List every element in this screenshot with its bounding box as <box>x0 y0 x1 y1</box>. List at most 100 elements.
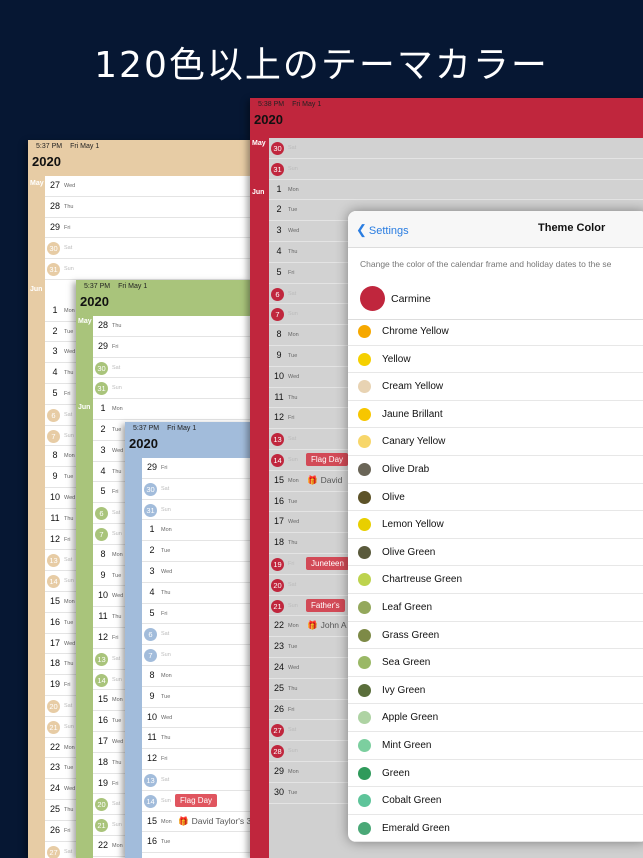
theme-color-name: Chrome Yellow <box>382 326 449 337</box>
day-number: 18 <box>49 658 60 669</box>
holiday-date-marker: 20 <box>95 798 108 812</box>
theme-color-option[interactable]: Olive Drab <box>348 456 643 484</box>
calendar-day-row[interactable]: 11 Thu <box>142 728 250 750</box>
calendar-day-row[interactable]: 31 Sun <box>269 158 643 180</box>
calendar-day-row[interactable]: 29 Fri <box>45 218 250 239</box>
weekday-label: Wed <box>112 447 124 454</box>
day-number: 16 <box>146 836 157 847</box>
day-number: 16 <box>97 715 108 726</box>
calendar-day-row[interactable]: 6 Sat <box>142 624 250 646</box>
calendar-day-row[interactable]: 3 Wed <box>142 562 250 583</box>
calendar-day-row[interactable]: 9 Tue <box>142 687 250 708</box>
calendar-day-row[interactable]: 1 Mon <box>269 179 643 201</box>
calendar-day-row[interactable]: 28 Thu <box>93 316 250 337</box>
theme-color-option[interactable]: Grass Green <box>348 622 643 650</box>
day-number: 15 <box>273 474 284 485</box>
calendar-day-row[interactable]: 12 Fri <box>142 749 250 770</box>
day-list[interactable]: 29 Fri 30 Sat 31 Sun 1 Mon 2 Tue 3 Wed 4 Thu 5 Fri 6 Sat 7… <box>142 458 250 858</box>
day-number: 10 <box>49 492 60 502</box>
theme-color-option[interactable]: Ivy Green <box>348 677 643 705</box>
theme-color-option[interactable]: Olive Green <box>348 539 643 567</box>
calendar-day-row[interactable]: 29 Fri <box>93 337 250 358</box>
back-button[interactable]: ❮ Settings <box>356 222 409 238</box>
calendar-day-row[interactable]: 31 Sun <box>93 378 250 400</box>
calendar-day-row[interactable]: 8 Mon <box>142 666 250 687</box>
calendar-day-row[interactable]: 29 Fri <box>142 458 250 479</box>
calendar-day-row[interactable]: 30 Sat <box>142 479 250 500</box>
weekday-label: Sat <box>64 245 73 252</box>
calendar-day-row[interactable]: 14 Sun Flag Day <box>142 791 250 812</box>
weekday-label: Mon <box>288 623 299 630</box>
calendar-day-row[interactable]: 4 Thu <box>142 583 250 604</box>
theme-color-option[interactable]: Lemon Yellow <box>348 511 643 539</box>
theme-color-name: Cream Yellow <box>382 381 444 393</box>
holiday-date-marker: 21 <box>47 720 60 734</box>
calendar-day-row[interactable]: 2 Tue <box>142 541 250 562</box>
day-number: 8 <box>100 548 106 559</box>
calendar-day-row[interactable]: 7 Sun <box>142 645 250 666</box>
calendar-day-row[interactable]: 31 Sun <box>142 500 250 521</box>
color-swatch-icon <box>358 407 371 421</box>
weekday-label: Sun <box>288 165 298 172</box>
theme-color-option[interactable]: Chartreuse Green <box>348 566 643 594</box>
weekday-label: Fri <box>288 415 295 422</box>
theme-color-option[interactable]: Emerald Green <box>348 815 643 842</box>
calendar-day-row[interactable]: 1 Mon <box>142 520 250 542</box>
theme-color-option[interactable]: Canary Yellow <box>348 428 643 456</box>
holiday-tag: Flag Day <box>175 793 218 807</box>
calendar-day-row[interactable]: 30 Sat <box>45 238 250 260</box>
day-number: 10 <box>146 711 157 722</box>
weekday-label: Sun <box>288 457 298 463</box>
day-number: 17 <box>273 516 284 527</box>
panel-title: Theme Color <box>538 222 606 234</box>
weekday-label: Wed <box>64 786 76 793</box>
calendar-day-row[interactable]: 28 Thu <box>45 197 250 218</box>
theme-color-option[interactable]: Cream Yellow <box>348 373 643 401</box>
day-number: 3 <box>276 225 282 236</box>
day-number: 12 <box>273 412 284 423</box>
day-number: 30 <box>273 786 284 797</box>
calendar-day-row[interactable]: 10 Wed <box>142 708 250 729</box>
status-bar: 5:38 PM Fri May 1 <box>250 98 643 112</box>
holiday-date-marker: 30 <box>144 482 157 496</box>
weekday-label: Sat <box>64 411 73 418</box>
month-label-may: May <box>78 318 92 325</box>
color-swatch-icon <box>358 683 371 697</box>
calendar-day-row[interactable]: 30 Sat <box>93 358 250 379</box>
day-number: 24 <box>49 783 60 794</box>
status-bar: 5:37 PM Fri May 1 <box>76 280 250 294</box>
theme-color-name: Olive <box>382 491 405 503</box>
month-label-may: May <box>252 140 266 147</box>
theme-color-option[interactable]: Cobalt Green <box>348 787 643 815</box>
calendar-day-row[interactable]: 16 Tue <box>142 832 250 854</box>
theme-color-option[interactable]: Jaune Brillant <box>348 401 643 429</box>
theme-color-option[interactable]: Apple Green <box>348 704 643 732</box>
theme-color-option[interactable]: Chrome Yellow <box>348 318 643 346</box>
day-number: 28 <box>49 200 60 211</box>
weekday-label: Sun <box>64 578 74 585</box>
day-number: 19 <box>49 679 60 690</box>
weekday-label: Sat <box>161 485 170 492</box>
day-number: 29 <box>273 766 284 776</box>
theme-color-name: Olive Drab <box>382 464 430 475</box>
calendar-day-row[interactable]: 1 Mon <box>93 399 250 420</box>
theme-color-option[interactable]: Olive <box>348 484 643 512</box>
color-swatch-icon <box>358 794 371 808</box>
theme-color-option[interactable]: Leaf Green <box>348 594 643 622</box>
calendar-day-row[interactable]: 5 Fri <box>142 604 250 625</box>
calendar-day-row[interactable]: 15 Mon 🎁 David Taylor's 3 <box>142 812 250 833</box>
calendar-day-row[interactable]: 27 Wed <box>45 176 250 197</box>
theme-color-option[interactable]: Green <box>348 760 643 788</box>
theme-color-option[interactable]: Yellow <box>348 346 643 374</box>
weekday-label: Thu <box>112 614 122 621</box>
theme-description: Change the color of the calendar frame a… <box>360 259 612 269</box>
status-bar: 5:37 PM Fri May 1 <box>28 140 250 154</box>
calendar-day-row[interactable]: 30 Sat <box>269 138 643 159</box>
theme-color-name: Apple Green <box>382 712 439 724</box>
weekday-label: Fri <box>288 561 295 567</box>
theme-color-option[interactable]: Mint Green <box>348 732 643 760</box>
weekday-label: Tue <box>161 839 171 846</box>
calendar-day-row[interactable]: 13 Sat <box>142 770 250 791</box>
theme-color-option[interactable]: Sea Green <box>348 649 643 677</box>
calendar-day-row[interactable]: 31 Sun <box>45 259 250 280</box>
